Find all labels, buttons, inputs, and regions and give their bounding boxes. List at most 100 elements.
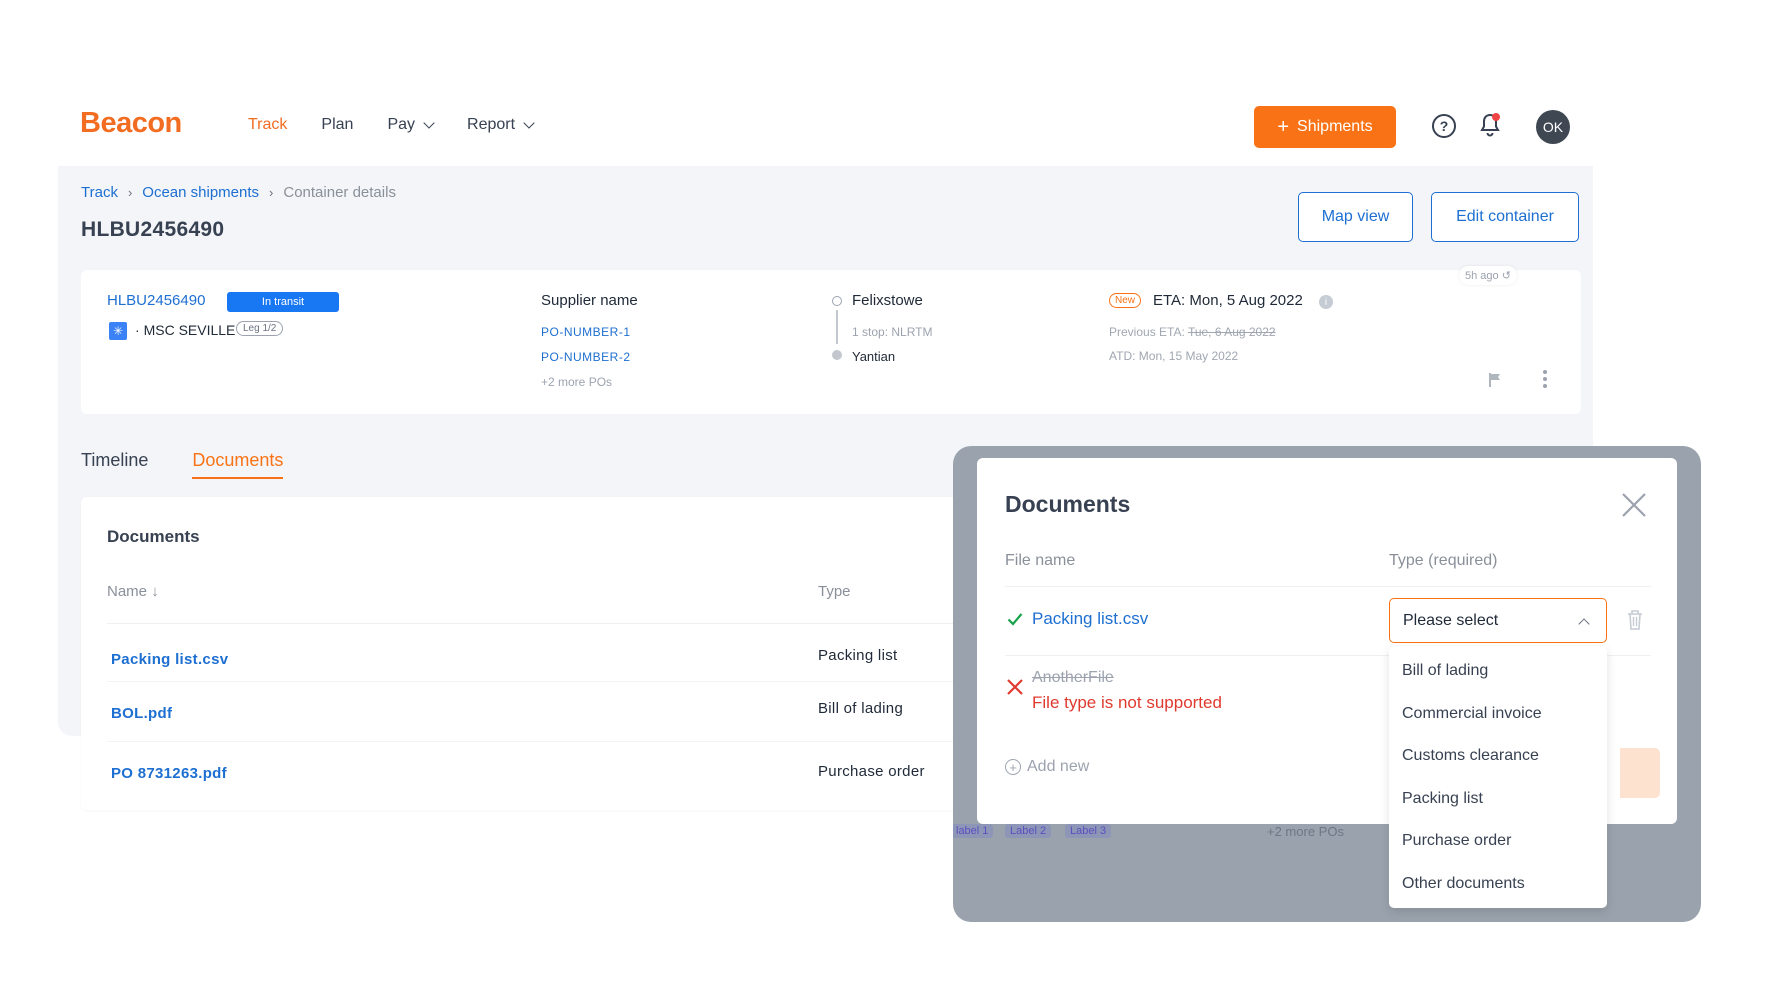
label-chip: Label 3 <box>1065 824 1112 838</box>
document-type-dropdown: Bill of lading Commercial invoice Custom… <box>1389 646 1607 908</box>
document-link[interactable]: PO 8731263.pdf <box>111 765 227 782</box>
column-header-type: Type <box>818 583 851 600</box>
user-avatar[interactable]: OK <box>1536 110 1570 144</box>
documents-table-card: Documents Name ↓ Type Packing list.csv P… <box>81 497 981 810</box>
main-nav: Track Plan Pay Report <box>248 116 535 134</box>
new-badge: New <box>1109 293 1142 308</box>
atd-text: ATD: Mon, 15 May 2022 <box>1109 349 1239 363</box>
option-other-documents[interactable]: Other documents <box>1389 863 1607 906</box>
document-type: Purchase order <box>818 763 925 780</box>
label-chip: Label 2 <box>1005 824 1052 838</box>
uploaded-file-name[interactable]: Packing list.csv <box>1032 609 1148 629</box>
plus-icon: + <box>1277 116 1290 138</box>
chevron-down-icon <box>423 117 435 129</box>
ghost-more-pos: +2 more POs <box>1267 824 1344 839</box>
column-header-type: Type (required) <box>1389 552 1498 569</box>
column-label: Name <box>107 583 148 600</box>
info-icon[interactable]: i <box>1319 295 1333 309</box>
button-label: Shipments <box>1297 118 1373 135</box>
plus-circle-icon: + <box>1005 759 1021 775</box>
carrier-logo-icon: ✳ <box>109 322 127 340</box>
divider <box>107 623 957 624</box>
more-options-icon[interactable] <box>1543 370 1547 388</box>
flag-icon[interactable] <box>1488 372 1502 388</box>
nav-item-track[interactable]: Track <box>248 116 287 134</box>
prev-eta-label: Previous ETA: <box>1109 325 1185 339</box>
document-type: Packing list <box>818 647 898 664</box>
origin-dot-icon <box>832 296 842 306</box>
nav-label: Report <box>467 116 516 133</box>
document-link[interactable]: BOL.pdf <box>111 705 172 722</box>
nav-item-pay[interactable]: Pay <box>387 116 435 134</box>
breadcrumb-ocean-shipments[interactable]: Ocean shipments <box>142 184 259 201</box>
check-icon <box>1007 613 1023 626</box>
beacon-logo[interactable]: Beacon <box>80 107 182 140</box>
option-customs-clearance[interactable]: Customs clearance <box>1389 735 1607 778</box>
document-type: Bill of lading <box>818 700 904 717</box>
file-error-message: File type is not supported <box>1032 693 1222 712</box>
modal-title: Documents <box>1005 491 1131 517</box>
add-shipments-button[interactable]: + Shipments <box>1254 106 1396 148</box>
add-new-button[interactable]: + Add new <box>1005 758 1089 776</box>
option-commercial-invoice[interactable]: Commercial invoice <box>1389 693 1607 736</box>
origin-port: Felixstowe <box>852 292 923 309</box>
chevron-right-icon: › <box>127 185 133 200</box>
chevron-down-icon <box>523 117 535 129</box>
eta-text: ETA: Mon, 5 Aug 2022 <box>1153 292 1303 309</box>
notification-bell-icon[interactable] <box>1478 112 1502 138</box>
po-link[interactable]: PO-NUMBER-2 <box>541 350 631 364</box>
column-header-name[interactable]: Name ↓ <box>107 583 159 600</box>
status-badge: In transit <box>227 292 339 312</box>
chevron-up-icon <box>1578 618 1590 630</box>
nav-label: Pay <box>387 116 416 133</box>
vessel-text: MSC SEVILLE <box>143 322 236 338</box>
app-screen: Beacon Track Plan Pay Report + Shipments… <box>0 0 1778 1000</box>
trash-icon[interactable] <box>1625 608 1645 632</box>
destination-dot-icon <box>832 350 842 360</box>
rejected-file-name: AnotherFile <box>1032 669 1114 686</box>
po-link[interactable]: PO-NUMBER-1 <box>541 325 631 339</box>
divider <box>107 681 957 682</box>
divider <box>107 741 957 742</box>
map-view-button[interactable]: Map view <box>1298 192 1413 242</box>
route-line <box>836 310 838 344</box>
nav-item-report[interactable]: Report <box>467 116 535 134</box>
upload-button-disabled <box>1620 748 1660 798</box>
vessel-name: · MSC SEVILLE <box>135 322 236 338</box>
supplier-name: Supplier name <box>541 292 638 309</box>
breadcrumb-current: Container details <box>283 184 396 201</box>
option-bill-of-lading[interactable]: Bill of lading <box>1389 650 1607 693</box>
previous-eta: Previous ETA: Tue, 6 Aug 2022 <box>1109 325 1276 339</box>
document-type-select[interactable]: Please select <box>1389 598 1607 643</box>
container-summary-card: 5h ago ↺ HLBU2456490 In transit ✳ · MSC … <box>81 266 1581 414</box>
close-icon[interactable] <box>1621 492 1647 518</box>
breadcrumb-track[interactable]: Track <box>81 184 118 201</box>
nav-item-plan[interactable]: Plan <box>321 116 353 134</box>
destination-port: Yantian <box>852 349 896 364</box>
transshipment-stops: 1 stop: NLRTM <box>852 325 933 339</box>
nav-label: Track <box>248 116 288 133</box>
detail-tabs: Timeline Documents <box>81 450 284 479</box>
tab-timeline[interactable]: Timeline <box>81 450 148 479</box>
select-placeholder: Please select <box>1403 612 1499 629</box>
leg-badge: Leg 1/2 <box>236 321 284 336</box>
column-header-file-name: File name <box>1005 552 1076 569</box>
breadcrumb: Track › Ocean shipments › Container deta… <box>81 184 396 201</box>
last-updated-badge: 5h ago ↺ <box>1459 266 1517 285</box>
tab-documents[interactable]: Documents <box>192 450 284 479</box>
chevron-right-icon: › <box>269 185 274 200</box>
more-pos-link[interactable]: +2 more POs <box>541 375 612 389</box>
edit-container-button[interactable]: Edit container <box>1431 192 1579 242</box>
nav-label: Plan <box>321 116 354 133</box>
label-chip: label 1 <box>953 824 994 838</box>
divider <box>1005 586 1651 587</box>
option-packing-list[interactable]: Packing list <box>1389 778 1607 821</box>
error-x-icon <box>1007 679 1023 695</box>
top-navbar: Beacon Track Plan Pay Report + Shipments… <box>58 96 1588 156</box>
container-id-link[interactable]: HLBU2456490 <box>107 292 205 309</box>
option-purchase-order[interactable]: Purchase order <box>1389 820 1607 863</box>
help-icon[interactable]: ? <box>1432 114 1456 138</box>
page-title: HLBU2456490 <box>81 218 225 241</box>
add-new-label: Add new <box>1027 758 1090 775</box>
document-link[interactable]: Packing list.csv <box>111 651 228 668</box>
